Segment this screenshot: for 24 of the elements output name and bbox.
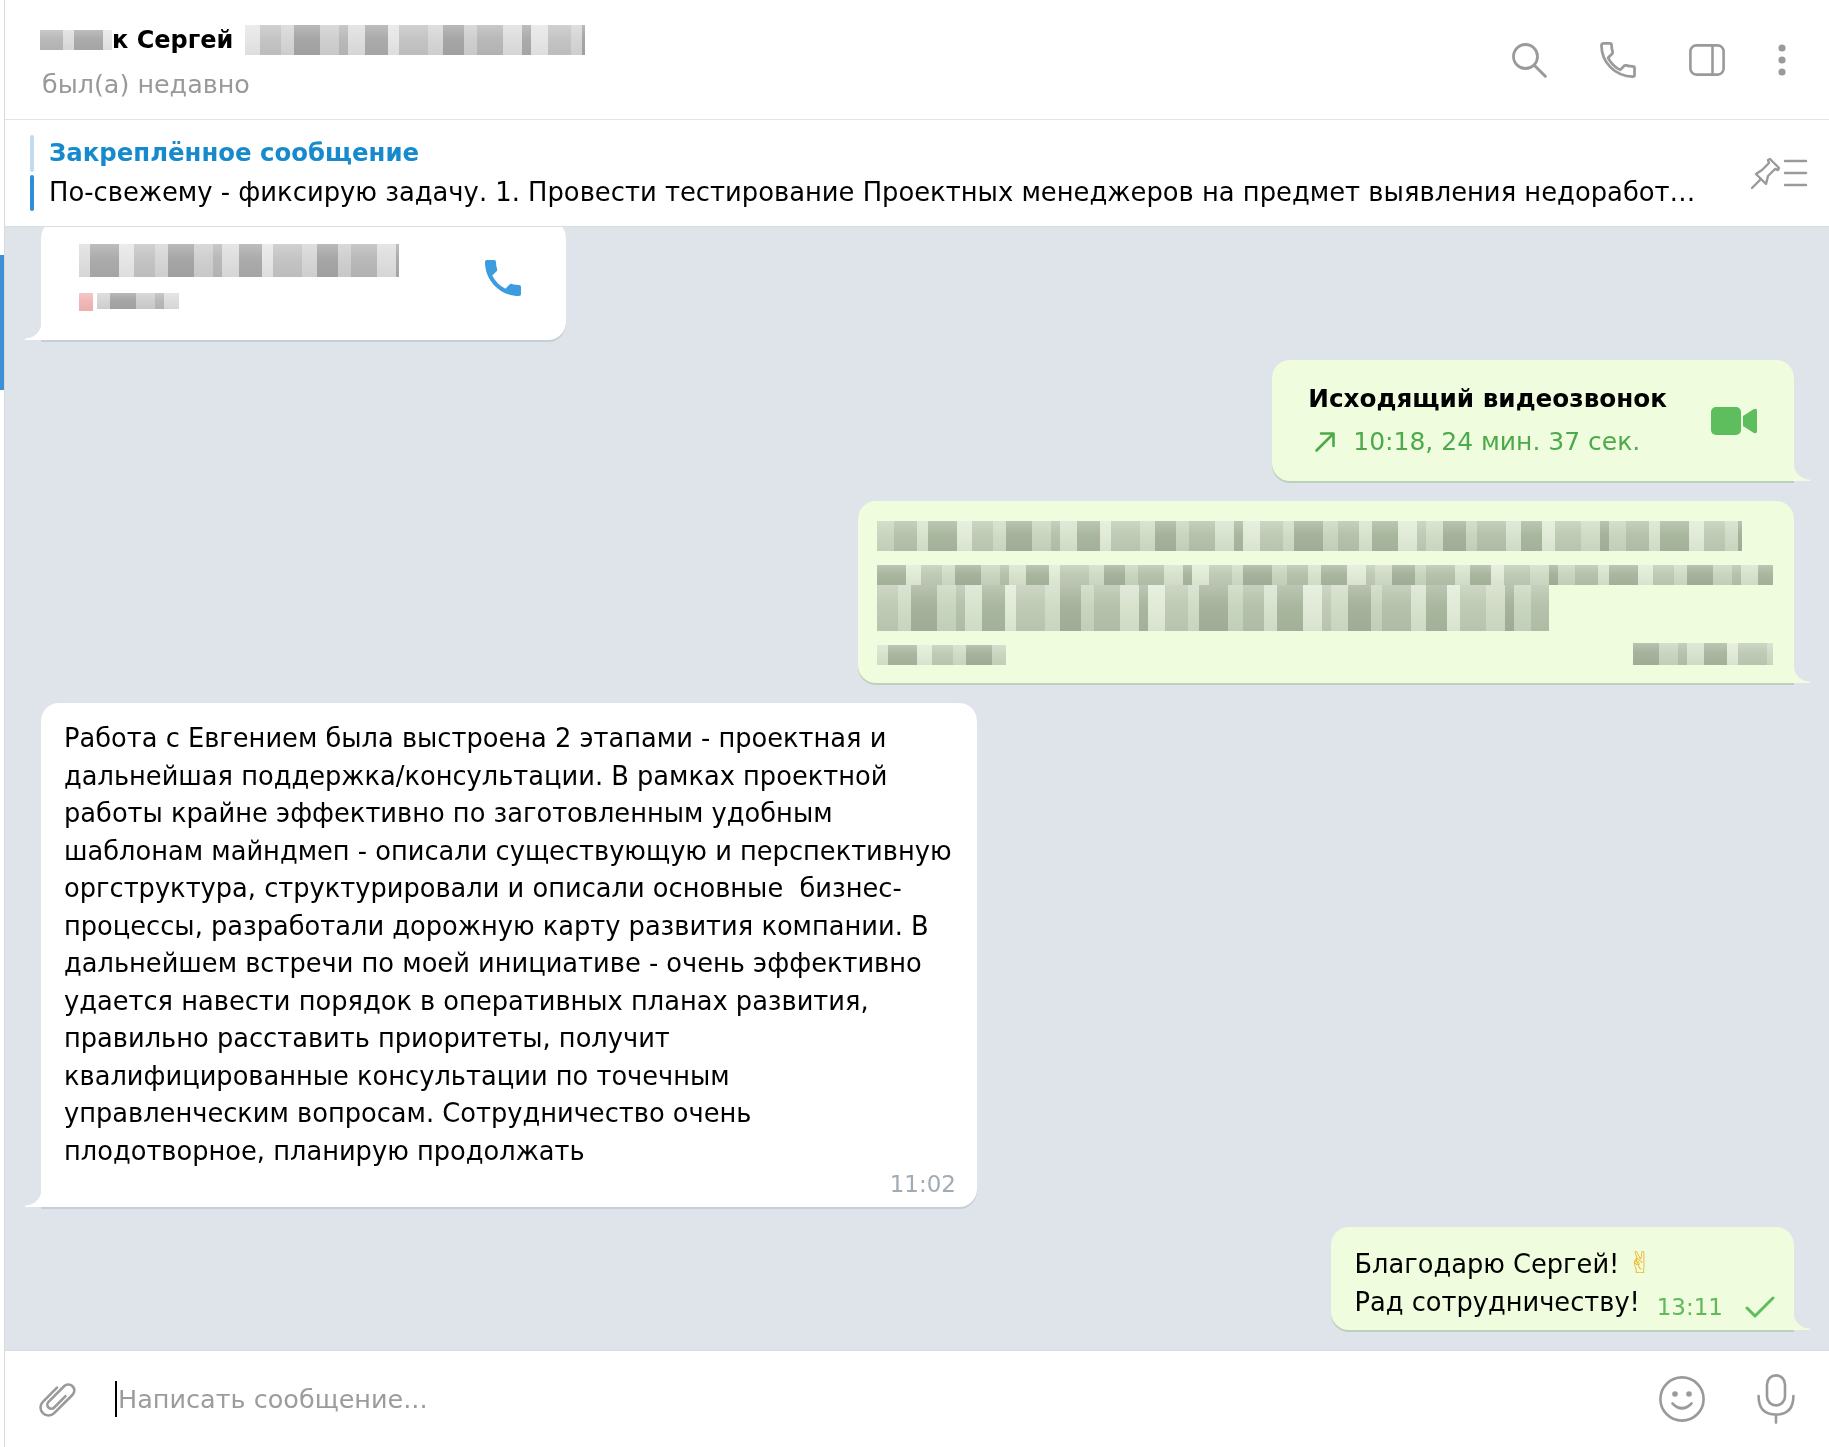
microphone-icon[interactable] bbox=[1757, 1374, 1795, 1424]
victory-hand-icon: ✌ bbox=[1627, 1245, 1653, 1280]
text-cursor bbox=[115, 1381, 117, 1417]
message-input[interactable]: Написать сообщение... bbox=[118, 1379, 1619, 1419]
sidebar-toggle-icon[interactable] bbox=[1689, 43, 1725, 76]
message-time: 11:02 bbox=[889, 1170, 956, 1198]
phone-icon[interactable] bbox=[1600, 41, 1636, 78]
emoji-icon[interactable] bbox=[1659, 1376, 1705, 1422]
pinned-label: Закреплённое сообщение bbox=[49, 137, 421, 169]
call-title: Исходящий видеозвонок bbox=[1308, 383, 1667, 415]
call-details: 10:18, 24 мин. 37 сек. bbox=[1353, 426, 1641, 458]
video-camera-icon[interactable] bbox=[1711, 406, 1757, 435]
last-seen-status: был(а) недавно bbox=[41, 69, 251, 99]
pin-list-icon[interactable] bbox=[1750, 156, 1808, 190]
message-text: Работа с Евгением была выстроена 2 этапами - проектная и дальнейшая поддержка/консультации. В рамках проектной работы крайне эффективно по заготовленным удобным шаблонам майндмеп - описали существующую и перспективную оргструктура, структурировали и описали основные бизнес-процессы, разработали дорожную карту развития компании. В дальнейшем встречи по моей инициативе - очень эффективно удается навести порядок в оперативных планах развития, правильно расставить приоритеты, получит квалифицированные консультации по точечным управленческим вопросам. Сотрудничество очень плодотворное, планирую продолжать bbox=[64, 723, 953, 1166]
message-time: 13:11 bbox=[1656, 1293, 1723, 1321]
contact-name: к Сергей bbox=[112, 25, 234, 56]
pinned-message-text: По-свежему - фиксирую задачу. 1. Провести тестирование Проектных менеджеров на предмет выявления недоработ… bbox=[49, 176, 1697, 209]
diagonal-arrow-icon bbox=[1314, 431, 1337, 453]
more-icon[interactable] bbox=[1778, 43, 1786, 76]
message-text: Рад сотрудничеству! bbox=[1354, 1286, 1640, 1317]
phone-icon[interactable] bbox=[484, 258, 522, 297]
search-icon[interactable] bbox=[1511, 41, 1547, 78]
message-text: Благодарю Сергей! bbox=[1354, 1249, 1621, 1279]
